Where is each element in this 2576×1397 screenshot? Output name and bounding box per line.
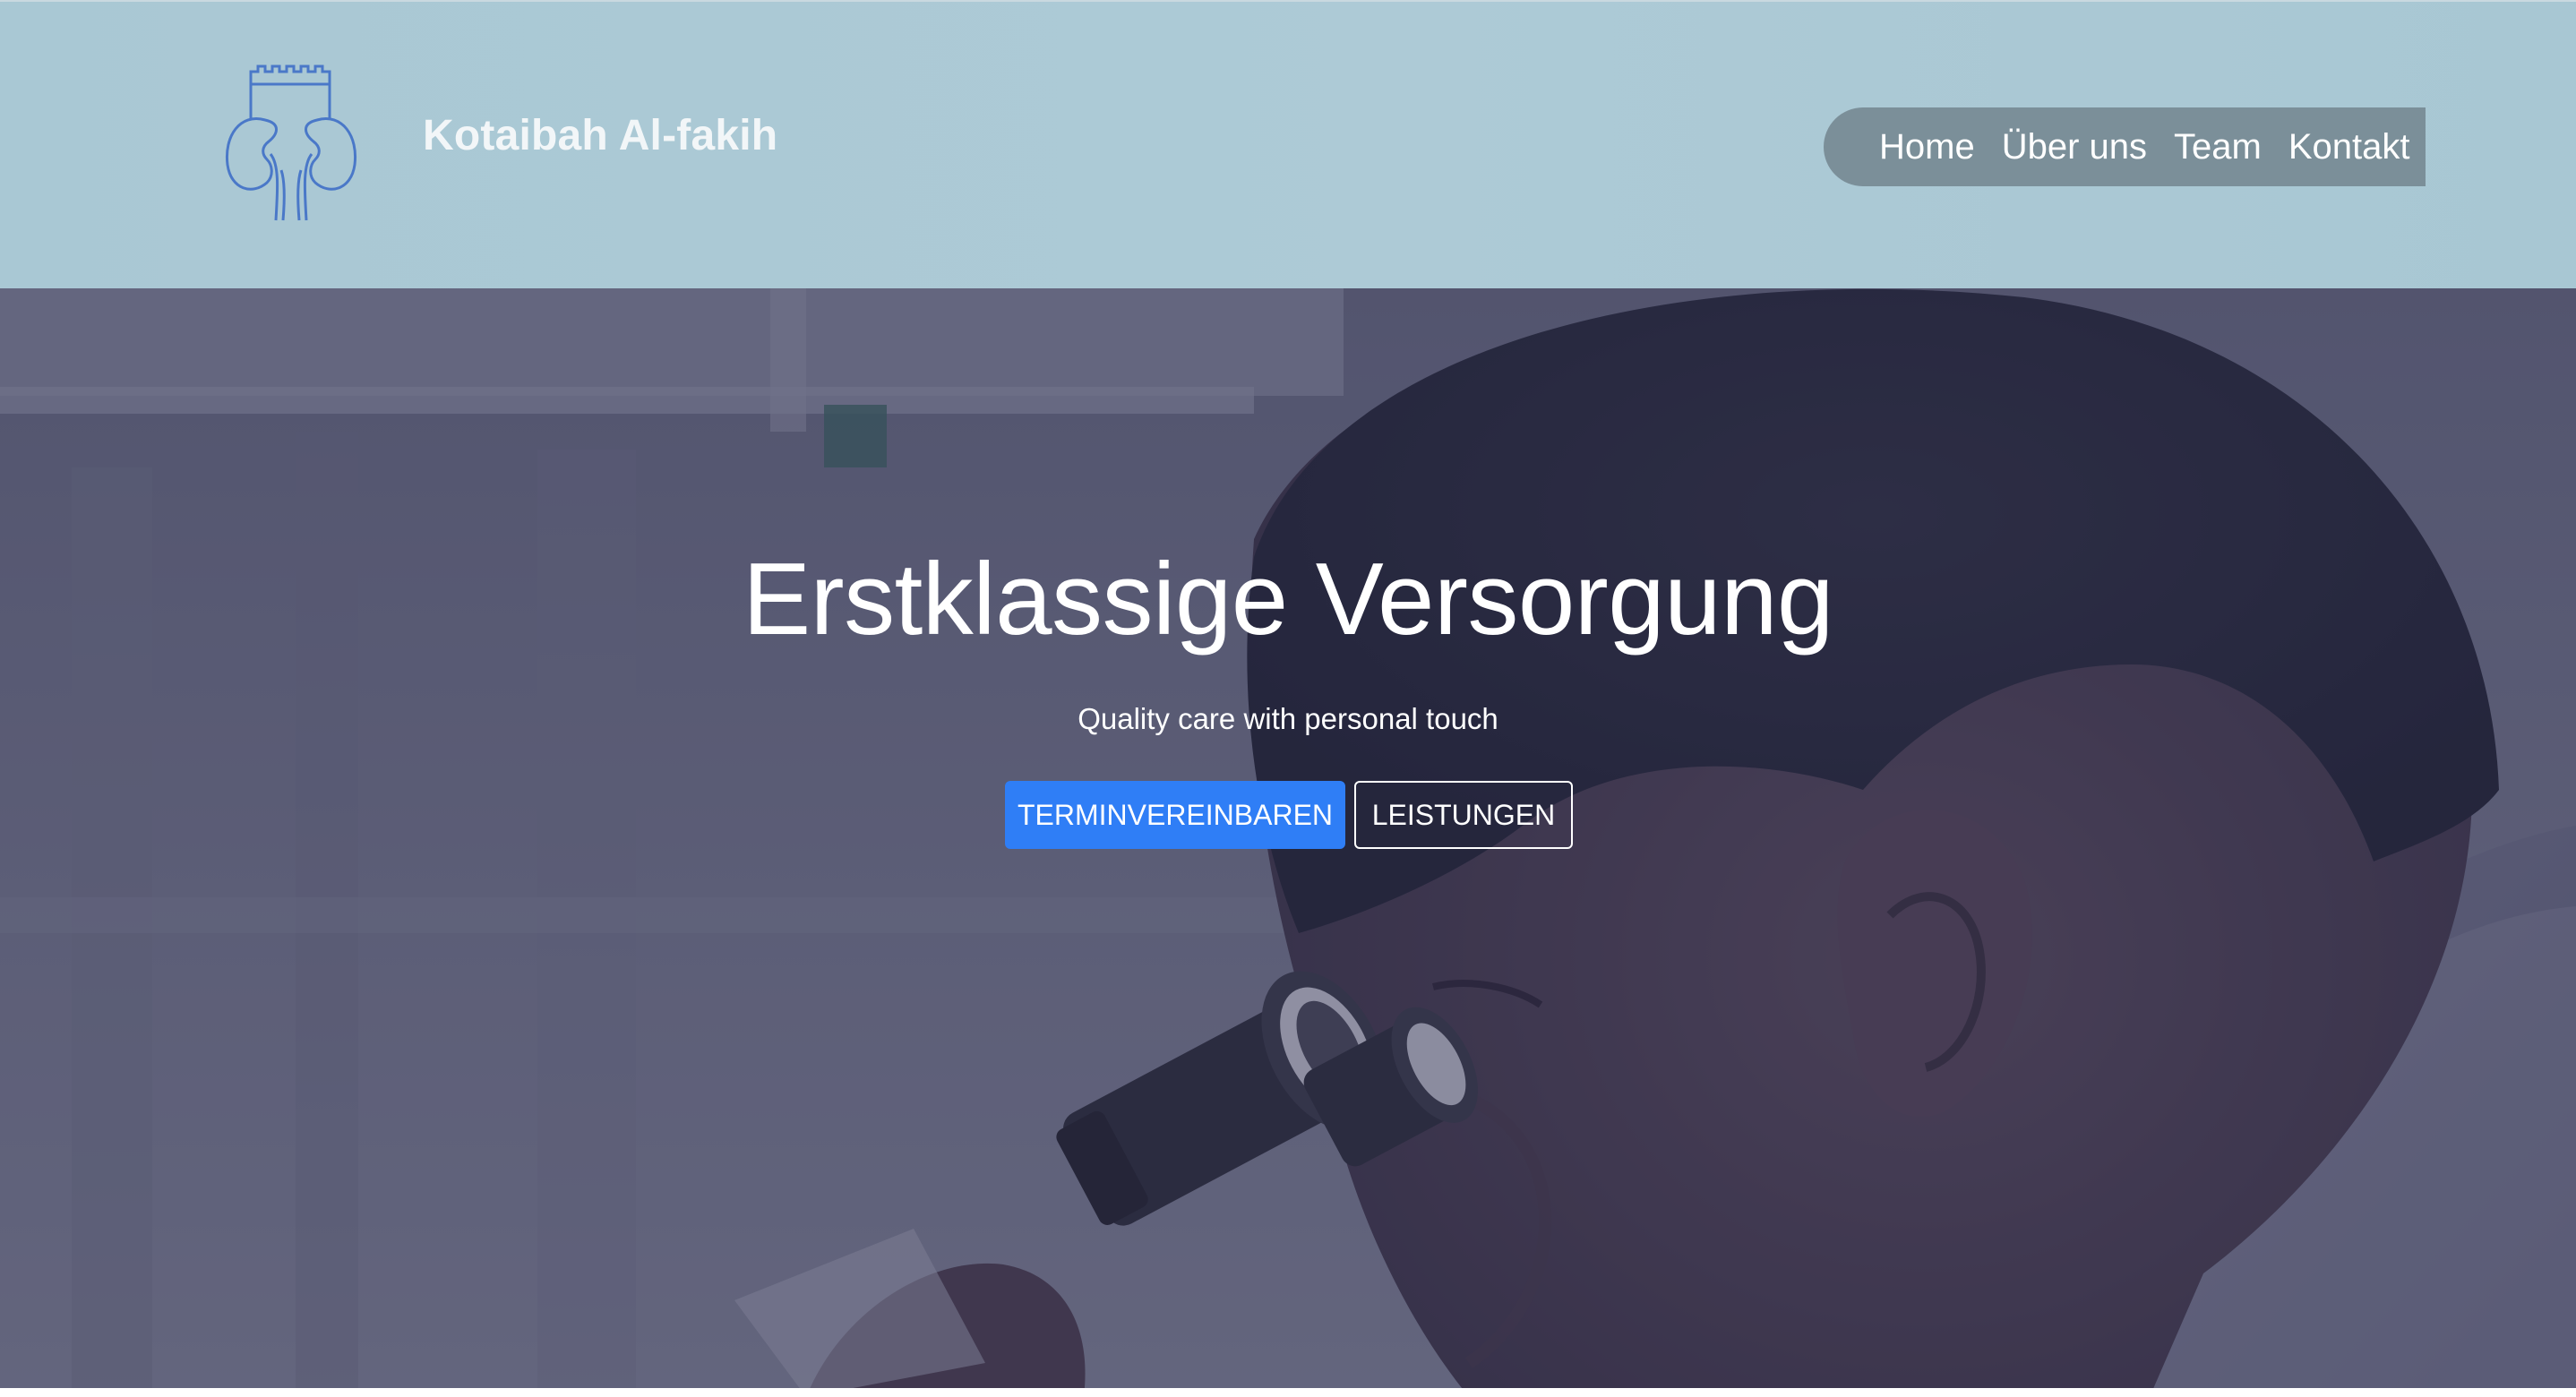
nav-link-contact[interactable]: Kontakt bbox=[2288, 127, 2410, 167]
nav-link-home[interactable]: Home bbox=[1879, 127, 1975, 167]
nav-link-team[interactable]: Team bbox=[2174, 127, 2262, 167]
hero-subtitle: Quality care with personal touch bbox=[1078, 702, 1498, 735]
page: Kotaibah Al-fakih Home Über uns Team Kon… bbox=[0, 0, 2576, 1397]
services-button[interactable]: LEISTUNGEN bbox=[1354, 781, 1573, 849]
kidney-castle-logo-icon[interactable] bbox=[222, 64, 360, 222]
page-bottom-edge bbox=[0, 1388, 2576, 1397]
nav-link-about[interactable]: Über uns bbox=[2002, 127, 2147, 167]
brand-name[interactable]: Kotaibah Al-fakih bbox=[423, 111, 777, 160]
main-navigation: Home Über uns Team Kontakt bbox=[1824, 107, 2426, 186]
hero-title: Erstklassige Versorgung bbox=[743, 543, 1833, 656]
hero-button-group: TERMINVEREINBAREN LEISTUNGEN bbox=[1005, 781, 1573, 849]
hero-section: Erstklassige Versorgung Quality care wit… bbox=[0, 288, 2576, 1397]
site-header: Kotaibah Al-fakih Home Über uns Team Kon… bbox=[0, 0, 2576, 288]
book-appointment-button[interactable]: TERMINVEREINBAREN bbox=[1005, 781, 1345, 849]
